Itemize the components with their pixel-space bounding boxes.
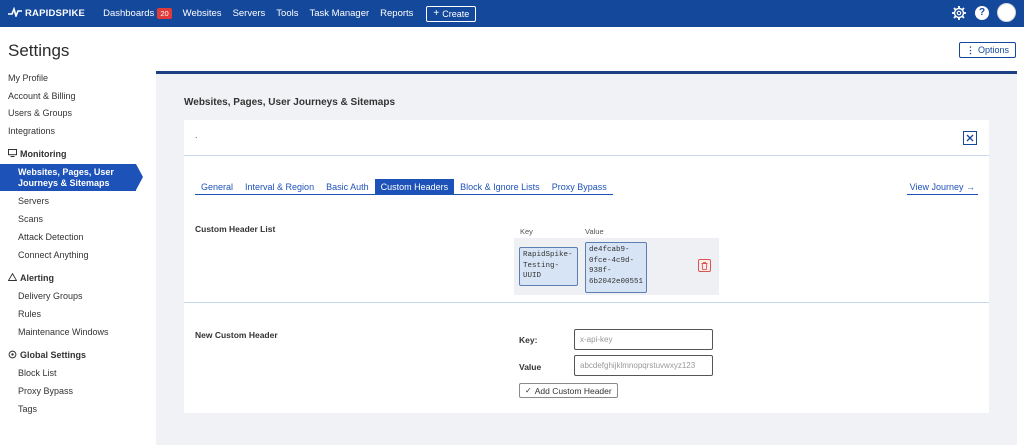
value-field-label: Value — [519, 362, 542, 372]
help-icon[interactable]: ? — [975, 5, 989, 20]
custom-header-row: RapidSpike-Testing-UUID de4fcab9-0fce-4c… — [514, 238, 719, 295]
value-input[interactable] — [574, 355, 713, 376]
nav-dashboards-label: Dashboards — [103, 8, 155, 19]
main-nav: Dashboards 20 Websites Servers Tools Tas… — [103, 5, 477, 22]
delete-header-button[interactable] — [698, 259, 711, 272]
page-title: Settings — [8, 41, 70, 60]
card-header: . — [184, 120, 989, 156]
trash-icon — [701, 261, 708, 270]
add-custom-header-button[interactable]: ✓ Add Custom Header — [519, 383, 618, 398]
avatar[interactable] — [997, 3, 1016, 22]
value-column-header: Value — [585, 227, 604, 236]
tab-proxy-bypass[interactable]: Proxy Bypass — [545, 179, 613, 195]
view-journey-link[interactable]: View Journey → — [906, 179, 978, 195]
header-actions: ? — [951, 3, 1016, 22]
nav-servers[interactable]: Servers — [233, 8, 266, 19]
sidebar-item-integrations[interactable]: Integrations — [0, 123, 145, 141]
plus-icon: + — [433, 8, 440, 19]
rapidspike-logo-icon — [8, 6, 22, 20]
custom-header-list-title: Custom Header List — [195, 224, 276, 234]
nav-task-manager[interactable]: Task Manager — [309, 8, 369, 19]
nav-dashboards[interactable]: Dashboards 20 — [103, 8, 172, 19]
sidebar-item-proxy-bypass[interactable]: Proxy Bypass — [0, 382, 145, 400]
tab-custom-headers[interactable]: Custom Headers — [374, 179, 455, 195]
sidebar-item-block-list[interactable]: Block List — [0, 364, 145, 382]
sidebar-section-monitoring-label: Monitoring — [20, 149, 67, 160]
tab-basic-auth[interactable]: Basic Auth — [320, 179, 375, 195]
card-title: . — [195, 130, 198, 140]
monitor-icon — [8, 149, 17, 159]
nav-websites[interactable]: Websites — [183, 8, 222, 19]
brand-logo[interactable]: RAPIDSPIKE — [8, 6, 86, 20]
options-button[interactable]: ⋮ Options — [958, 42, 1016, 58]
sidebar-section-alerting: Alerting — [0, 269, 145, 287]
brand-name: RAPIDSPIKE — [25, 8, 86, 19]
main-content: Websites, Pages, User Journeys & Sitemap… — [156, 71, 1017, 445]
sidebar-item-account-billing[interactable]: Account & Billing — [0, 88, 145, 106]
sidebar-item-my-profile[interactable]: My Profile — [0, 70, 145, 88]
sidebar-section-monitoring: Monitoring — [0, 145, 145, 163]
section-heading: Websites, Pages, User Journeys & Sitemap… — [184, 97, 396, 108]
sidebar-item-scans[interactable]: Scans — [0, 210, 145, 228]
tab-block-ignore-lists[interactable]: Block & Ignore Lists — [454, 179, 546, 195]
add-custom-header-label: Add Custom Header — [534, 385, 612, 396]
key-field-label: Key: — [519, 335, 538, 345]
kebab-icon: ⋮ — [965, 44, 975, 55]
header-value-value: de4fcab9-0fce-4c9d-938f-6b2042e00551 — [585, 242, 647, 293]
warning-icon — [7, 273, 18, 283]
sidebar-item-maintenance-windows[interactable]: Maintenance Windows — [0, 323, 145, 341]
settings-card: . General Interval & Region Basic Auth C… — [184, 120, 989, 413]
sidebar-item-servers[interactable]: Servers — [0, 192, 145, 210]
tab-general[interactable]: General — [195, 179, 240, 195]
gear-icon[interactable] — [951, 5, 967, 21]
create-button-label: Create — [442, 8, 470, 19]
nav-reports[interactable]: Reports — [380, 8, 413, 19]
sidebar-item-connect-anything[interactable]: Connect Anything — [0, 246, 145, 264]
create-button[interactable]: + Create — [426, 5, 477, 22]
new-custom-header-title: New Custom Header — [195, 330, 278, 340]
key-input[interactable] — [574, 329, 713, 350]
options-button-label: Options — [977, 45, 1009, 55]
settings-cog-icon — [8, 350, 17, 361]
sidebar-item-users-groups[interactable]: Users & Groups — [0, 105, 145, 123]
check-icon: ✓ — [525, 386, 532, 395]
section-divider — [184, 302, 989, 303]
key-column-header: Key — [520, 227, 533, 236]
close-icon[interactable] — [963, 131, 977, 145]
dashboards-count-badge: 20 — [157, 8, 172, 19]
header-key-value: RapidSpike-Testing-UUID — [519, 247, 578, 286]
tab-interval-region[interactable]: Interval & Region — [239, 179, 321, 195]
sidebar-item-attack-detection[interactable]: Attack Detection — [0, 228, 145, 246]
top-navbar: RAPIDSPIKE Dashboards 20 Websites Server… — [0, 0, 1024, 27]
settings-tabs: General Interval & Region Basic Auth Cus… — [195, 179, 613, 195]
sidebar-item-delivery-groups[interactable]: Delivery Groups — [0, 287, 145, 305]
sidebar-item-websites-pages[interactable]: Websites, Pages, User Journeys & Sitemap… — [0, 164, 143, 192]
sidebar-section-alerting-label: Alerting — [20, 273, 55, 284]
sidebar-section-global-settings: Global Settings — [0, 346, 145, 364]
sidebar-item-rules[interactable]: Rules — [0, 305, 145, 323]
settings-sidebar: My Profile Account & Billing Users & Gro… — [0, 70, 145, 418]
nav-tools[interactable]: Tools — [276, 8, 298, 19]
sidebar-item-tags[interactable]: Tags — [0, 400, 145, 418]
sidebar-section-global-settings-label: Global Settings — [20, 350, 87, 361]
